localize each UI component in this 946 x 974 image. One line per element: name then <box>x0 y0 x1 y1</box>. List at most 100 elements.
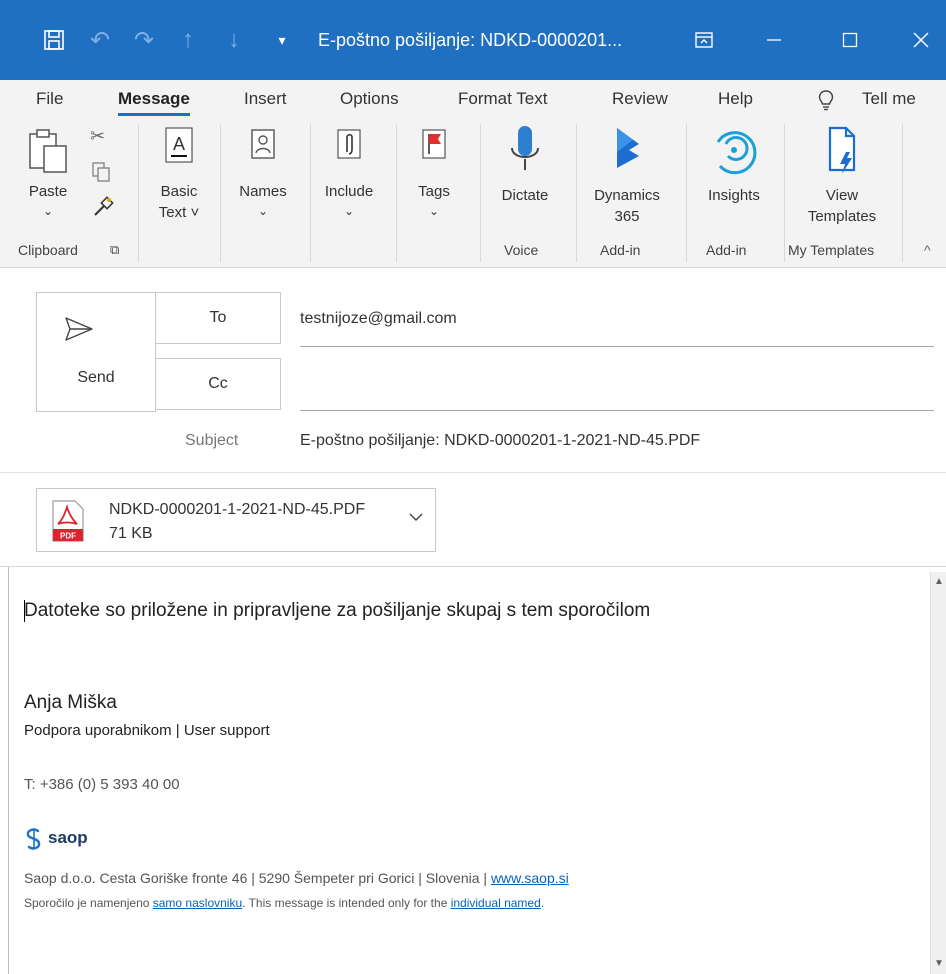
include-button[interactable]: Include ⌄ <box>312 126 386 219</box>
format-painter-icon[interactable] <box>92 196 114 223</box>
basic-text-label: Basic <box>160 183 198 201</box>
disclaimer-line: Sporočilo je namenjeno samo naslovniku. … <box>24 896 544 910</box>
to-field[interactable]: testnijoze@gmail.com <box>300 310 457 328</box>
ribbon-divider <box>902 124 903 262</box>
ribbon-divider <box>784 124 785 262</box>
svg-text:A: A <box>173 134 185 154</box>
saop-logo-text: saop <box>48 828 88 847</box>
tab-review[interactable]: Review <box>612 80 668 118</box>
view-templates-button[interactable]: View Templates <box>792 122 892 227</box>
attachment-name: NDKD-0000201-1-2021-ND-45.PDF <box>109 501 366 518</box>
paste-button[interactable]: Paste ⌄ <box>18 126 78 219</box>
names-button[interactable]: Names ⌄ <box>228 126 298 219</box>
chevron-down-icon: ⌄ <box>343 203 355 218</box>
dynamics-label-2: 365 <box>614 207 640 225</box>
font-color-icon: A <box>148 126 210 172</box>
subject-label: Subject <box>185 432 239 449</box>
tags-label: Tags <box>418 183 450 201</box>
chevron-down-icon: ⌄ <box>428 203 440 218</box>
saop-logo-icon <box>24 828 44 855</box>
company-address-line: Saop d.o.o. Cesta Goriške fronte 46 | 52… <box>24 870 569 886</box>
ribbon-display-options-icon[interactable] <box>690 24 718 56</box>
ribbon-divider <box>480 124 481 262</box>
chevron-down-icon: ⌄ <box>257 203 269 218</box>
voice-group-label: Voice <box>504 242 539 258</box>
title-bar: ↶ ↷ ↑ ↓ ▾ E-poštno pošiljanje: NDKD-0000… <box>0 0 946 80</box>
scroll-up-icon[interactable]: ▲ <box>931 574 946 590</box>
undo-icon[interactable]: ↶ <box>86 24 114 56</box>
message-body[interactable] <box>8 567 930 974</box>
lightbulb-icon[interactable] <box>818 80 834 118</box>
collapse-ribbon-icon[interactable]: ^ <box>924 242 931 258</box>
basic-text-button[interactable]: A Basic Text ˅ <box>148 126 210 223</box>
signature-role: Podpora uporabnikom | User support <box>24 722 270 739</box>
tell-me-search[interactable]: Tell me <box>862 80 916 118</box>
pdf-file-icon: PDF <box>49 499 87 548</box>
close-icon[interactable] <box>906 24 936 56</box>
dynamics-label: Dynamics <box>594 187 660 205</box>
disclaimer-text-1: Sporočilo je namenjeno <box>24 896 153 910</box>
addin-group-label-2: Add-in <box>706 242 747 258</box>
body-line-1: Datoteke so priložene in pripravljene za… <box>24 600 651 621</box>
maximize-icon[interactable] <box>836 24 864 56</box>
tab-options[interactable]: Options <box>340 80 399 118</box>
tab-file[interactable]: File <box>36 80 63 118</box>
customize-quick-access-icon[interactable]: ▾ <box>272 24 292 56</box>
address-book-icon <box>228 126 298 172</box>
paste-icon <box>18 126 78 180</box>
website-link[interactable]: www.saop.si <box>491 870 569 886</box>
subject-field[interactable]: E-poštno pošiljanje: NDKD-0000201-1-2021… <box>300 432 700 450</box>
dynamics-365-icon <box>582 122 672 184</box>
tab-message[interactable]: Message <box>118 80 190 118</box>
to-field-underline <box>300 346 934 347</box>
tab-format-text[interactable]: Format Text <box>458 80 547 118</box>
arrow-down-icon[interactable]: ↓ <box>222 24 246 56</box>
include-label: Include <box>324 183 374 201</box>
view-templates-label: View <box>825 187 859 205</box>
attachment-card[interactable]: PDF NDKD-0000201-1-2021-ND-45.PDF 71 KB <box>36 488 436 552</box>
view-templates-label-2: Templates <box>807 207 877 225</box>
ribbon-tabs: File Message Insert Options Format Text … <box>0 80 946 118</box>
save-icon[interactable] <box>38 24 70 56</box>
company-address: Saop d.o.o. Cesta Goriške fronte 46 | 52… <box>24 870 491 886</box>
basic-text-label-2: Text ˅ <box>158 203 200 221</box>
window-title: E-poštno pošiljanje: NDKD-0000201... <box>318 30 623 50</box>
microphone-icon <box>488 122 562 184</box>
tags-button[interactable]: Tags ⌄ <box>406 126 462 219</box>
cut-icon[interactable]: ✂ <box>90 126 105 147</box>
insights-button[interactable]: Insights <box>692 122 776 207</box>
pdf-icon-text: PDF <box>60 532 76 541</box>
ribbon-divider <box>686 124 687 262</box>
ribbon-divider <box>310 124 311 262</box>
redo-icon[interactable]: ↷ <box>130 24 158 56</box>
scroll-down-icon[interactable]: ▼ <box>931 956 946 972</box>
addin-group-label: Add-in <box>600 242 641 258</box>
ribbon-divider <box>576 124 577 262</box>
send-label: Send <box>77 369 115 386</box>
cc-button[interactable]: Cc <box>155 358 281 410</box>
signature-phone: T: +386 (0) 5 393 40 00 <box>24 776 180 793</box>
copy-icon[interactable] <box>92 162 110 187</box>
dictate-label: Dictate <box>501 187 549 205</box>
arrow-up-icon[interactable]: ↑ <box>176 24 200 56</box>
dialog-launcher-icon[interactable]: ⧉ <box>110 242 119 258</box>
dictate-button[interactable]: Dictate <box>488 122 562 207</box>
disclaimer-link-1[interactable]: samo naslovniku <box>153 896 242 910</box>
send-button[interactable]: Send <box>36 292 156 412</box>
ribbon-divider <box>138 124 139 262</box>
insights-label: Insights <box>708 187 760 205</box>
to-button[interactable]: To <box>155 292 281 344</box>
ribbon-divider <box>396 124 397 262</box>
disclaimer-link-2[interactable]: individual named <box>451 896 541 910</box>
vertical-scrollbar[interactable]: ▲ ▼ <box>930 572 946 974</box>
disclaimer-text-3: . <box>540 896 545 910</box>
tab-insert[interactable]: Insert <box>244 80 287 118</box>
chevron-down-icon[interactable] <box>409 509 423 527</box>
ribbon-divider <box>220 124 221 262</box>
tab-help[interactable]: Help <box>718 80 753 118</box>
ribbon: Paste ⌄ ✂ Clipboard ⧉ A Basic Text ˅ Nam… <box>0 118 946 268</box>
cc-field-underline <box>300 410 934 411</box>
signature-name: Anja Miška <box>24 692 117 713</box>
dynamics-365-button[interactable]: Dynamics 365 <box>582 122 672 227</box>
minimize-icon[interactable] <box>760 24 788 56</box>
